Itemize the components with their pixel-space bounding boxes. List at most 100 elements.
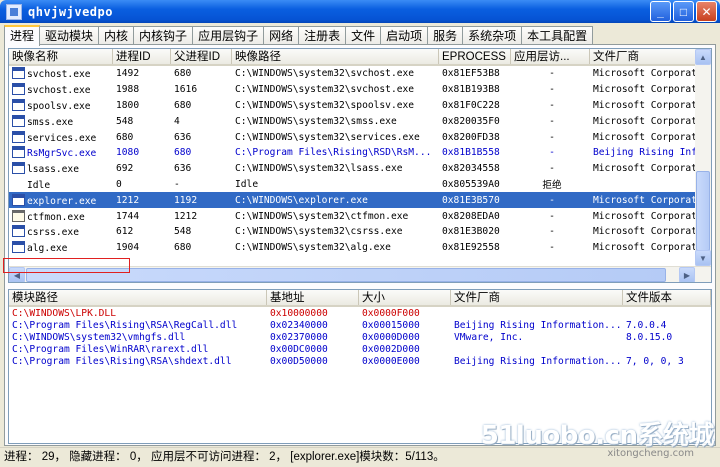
process-cell-vendor: Microsoft Corporation [590,163,697,174]
close-button[interactable]: ✕ [696,1,717,22]
tab-5[interactable]: 网络 [263,26,300,45]
process-cell-text: - [549,210,555,222]
tab-9[interactable]: 服务 [427,26,464,45]
window-icon [12,241,25,254]
tab-bar: 进程 驱动模块 内核 内核钩子 应用层钩子 网络 注册表 文件 启动项 服务 系统杂项 本工具配置 [4,25,594,46]
module-cell-path: C:\WINDOWS\system32\vmhgfs.dll [12,331,186,343]
tab-4[interactable]: 应用层钩子 [192,26,265,45]
process-cell-ppid: 4 [171,116,232,127]
process-row[interactable]: explorer.exe 1212 1192 C:\WINDOWS\explorer.… [9,192,711,209]
module-row[interactable]: C:\WINDOWS\LPK.DLL 0x10000000 0x0000F000 [9,307,711,319]
process-row[interactable]: services.exe 680 636 C:\WINDOWS\system32\se… [9,129,711,145]
process-cell-text: svchost.exe [27,85,91,97]
process-cell-text: svchost.exe [27,69,91,81]
module-row[interactable]: C:\Program Files\WinRAR\rarext.dll 0x00DC… [9,343,711,355]
process-cell-text: Microsoft Corporation [593,131,697,143]
process-cell-vendor: Microsoft Corporation [590,211,697,222]
minimize-button[interactable]: _ [650,1,671,22]
process-cell-text: 680 [174,242,192,254]
process-cell-ppid: 1616 [171,84,232,95]
column-header[interactable]: EPROCESS [439,49,511,64]
tab-1[interactable]: 驱动模块 [39,26,100,45]
process-list-header: 映像名称 进程ID 父进程ID 映像路径 EPROCESS 应用层访... 文件厂商 [9,49,711,66]
process-cell-text: 548 [174,226,192,238]
process-cell-access: - [511,100,590,111]
process-cell-ppid: 680 [171,242,232,253]
process-row[interactable]: RsMgrSvc.exe 1080 680 C:\Program Files\Risi… [9,145,711,161]
process-cell-text: 0x81B193B8 [442,84,500,96]
tab-3[interactable]: 内核钩子 [133,26,194,45]
module-column-header[interactable]: 文件版本 [623,290,711,305]
column-header[interactable]: 映像名称 [9,49,113,64]
module-row[interactable]: C:\Program Files\Rising\RSA\shdext.dll 0x… [9,355,711,367]
tab-11[interactable]: 本工具配置 [521,26,594,45]
process-cell-path: C:\WINDOWS\system32\svchost.exe [232,68,439,79]
tab-10[interactable]: 系统杂项 [462,26,523,45]
process-row[interactable]: lsass.exe 692 636 C:\WINDOWS\system32\lsass… [9,161,711,177]
column-header[interactable]: 映像路径 [232,49,439,64]
module-column-header[interactable]: 模块路径 [9,290,267,305]
process-cell-text: 692 [116,163,134,175]
module-column-header[interactable]: 基地址 [267,290,359,305]
process-cell-text: Microsoft Corporation [593,68,697,80]
process-cell-text: C:\WINDOWS\system32\alg.exe [235,242,391,254]
process-cell-text: C:\WINDOWS\explorer.exe [235,194,368,206]
process-row[interactable]: csrss.exe 612 548 C:\WINDOWS\system32\csrss… [9,224,711,240]
process-vertical-scrollbar[interactable]: ▲ ▼ [695,49,711,266]
tab-0[interactable]: 进程 [4,25,41,46]
process-cell-vendor: Microsoft Corporation [590,226,697,237]
process-cell-eprocess: 0x820035F0 [439,116,511,127]
minimize-icon: _ [657,4,664,19]
tab-8[interactable]: 启动项 [380,26,429,45]
process-cell-ppid: 636 [171,132,232,143]
module-column-header[interactable]: 文件厂商 [451,290,623,305]
process-cell-eprocess: 0x81EF53B8 [439,68,511,79]
module-cell-version: 7, 0, 0, 3 [626,355,684,367]
module-cell-base: 0x02370000 [270,331,328,343]
process-row[interactable]: smss.exe 548 4 C:\WINDOWS\system32\smss.exe… [9,113,711,129]
process-list[interactable]: 映像名称 进程ID 父进程ID 映像路径 EPROCESS 应用层访... 文件厂商 svc… [8,48,712,283]
tab-2[interactable]: 内核 [98,26,135,45]
module-cell-path: C:\Program Files\Rising\RSA\RegCall.dll [12,319,238,331]
process-row[interactable]: ctfmon.exe 1744 1212 C:\WINDOWS\system32\ct… [9,208,711,224]
module-column-header[interactable]: 大小 [359,290,451,305]
window-icon [12,162,25,175]
process-cell-text: 0x820035F0 [442,115,500,127]
process-row[interactable]: svchost.exe 1492 680 C:\WINDOWS\system32\sv… [9,66,711,82]
tab-6[interactable]: 注册表 [298,26,347,45]
process-cell-pid: 0 [113,179,171,190]
process-cell-path: C:\Program Files\Rising\RSD\RsM... [232,147,439,158]
maximize-button[interactable]: □ [673,1,694,22]
process-cell-access: - [511,226,590,237]
process-cell-text: 1080 [116,147,140,159]
process-cell-eprocess: 0x8200FD38 [439,132,511,143]
process-cell-text: 1212 [116,194,140,206]
process-cell-text: 680 [174,99,192,111]
process-row[interactable]: spoolsv.exe 1800 680 C:\WINDOWS\system32\sp… [9,98,711,114]
column-header[interactable]: 文件厂商 [590,49,697,64]
column-header[interactable]: 进程ID [113,49,171,64]
window-icon [12,67,25,80]
module-cell-base: 0x00DC0000 [270,343,328,355]
column-header[interactable]: 父进程ID [171,49,232,64]
process-row[interactable]: alg.exe 1904 680 C:\WINDOWS\system32\alg.ex… [9,240,711,256]
column-header[interactable]: 应用层访... [511,49,590,64]
scroll-up-button[interactable]: ▲ [695,49,711,65]
process-cell-access: - [511,84,590,95]
module-row[interactable]: C:\WINDOWS\system32\vmhgfs.dll 0x02370000… [9,331,711,343]
scroll-down-button[interactable]: ▼ [695,250,711,266]
module-row[interactable]: C:\Program Files\Rising\RSA\RegCall.dll 0… [9,319,711,331]
scroll-thumb[interactable] [696,171,710,251]
process-cell-text: - [549,131,555,143]
process-cell-name: svchost.exe [9,83,113,96]
process-cell-vendor: Beijing Rising Inf... [590,147,697,158]
tab-7[interactable]: 文件 [345,26,382,45]
process-cell-text: - [549,99,555,111]
scroll-right-button[interactable]: ▶ [679,267,695,282]
process-cell-text: alg.exe [27,243,68,255]
process-row[interactable]: svchost.exe 1988 1616 C:\WINDOWS\system32\s… [9,82,711,98]
module-cell-version: 7.0.0.4 [626,319,667,331]
process-cell-text: 1616 [174,84,198,96]
module-list-header: 模块路径 基地址 大小 文件厂商 文件版本 [9,290,711,307]
process-row[interactable]: Idle 0 - Idle 0x805539A0 拒绝 [9,177,711,193]
